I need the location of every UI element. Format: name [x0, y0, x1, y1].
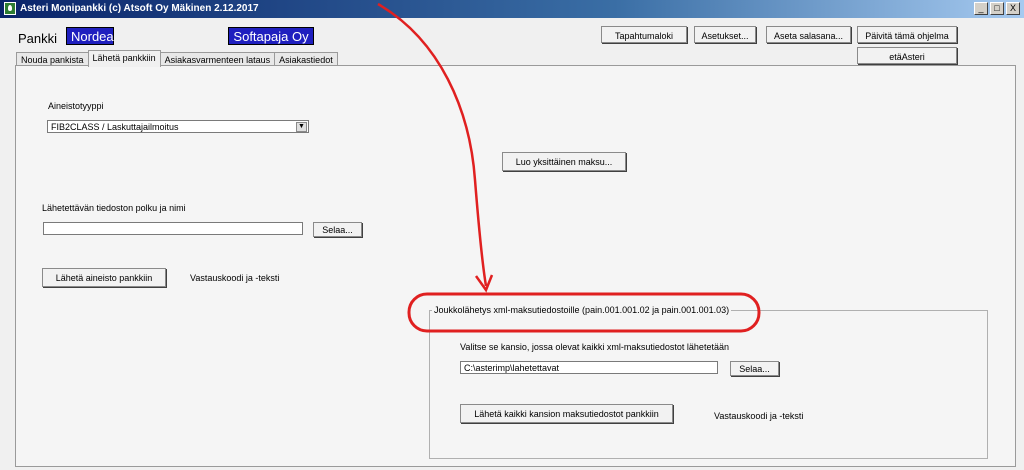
selaa-button[interactable]: Selaa... [313, 222, 362, 237]
tab-nouda-pankista[interactable]: Nouda pankista [16, 52, 89, 66]
title-bar: Asteri Monipankki (c) Atsoft Oy Mäkinen … [0, 0, 1024, 18]
joukkolahetys-groupbox: Joukkolähetys xml-maksutiedostoille (pai… [429, 305, 988, 459]
chevron-down-icon[interactable]: ▼ [296, 122, 307, 132]
tab-content: Aineistotyyppi FIB2CLASS / Laskuttajailm… [15, 65, 1016, 467]
tab-laheta-pankkiin[interactable]: Lähetä pankkiin [87, 50, 161, 67]
close-button[interactable]: X [1006, 2, 1020, 15]
tab-asiakasvarmenteen-lataus[interactable]: Asiakasvarmenteen lataus [159, 52, 276, 66]
tab-asiakastiedot[interactable]: Asiakastiedot [274, 52, 338, 66]
company-badge: Softapaja Oy [228, 27, 314, 45]
kansio-input[interactable]: C:\asterimp\lahetettavat [460, 361, 718, 374]
minimize-button[interactable]: _ [974, 2, 988, 15]
aseta-salasana-button[interactable]: Aseta salasana... [766, 26, 851, 43]
luo-yksittainen-maksu-button[interactable]: Luo yksittäinen maksu... [502, 152, 626, 171]
window-controls: _ □ X [974, 2, 1020, 15]
aineistotyyppi-label: Aineistotyyppi [48, 101, 104, 111]
laheta-kaikki-button[interactable]: Lähetä kaikki kansion maksutiedostot pan… [460, 404, 673, 423]
maximize-button[interactable]: □ [990, 2, 1004, 15]
polku-label: Lähetettävän tiedoston polku ja nimi [42, 203, 186, 213]
kansio-selaa-button[interactable]: Selaa... [730, 361, 779, 376]
laheta-aineisto-button[interactable]: Lähetä aineisto pankkiin [42, 268, 166, 287]
vastauskoodi-label: Vastauskoodi ja -teksti [190, 273, 280, 283]
bank-name-badge: Nordea [66, 27, 114, 45]
aineistotyyppi-value: FIB2CLASS / Laskuttajailmoitus [51, 122, 179, 132]
groupbox-title: Joukkolähetys xml-maksutiedostoille (pai… [432, 305, 732, 315]
app-icon [4, 2, 16, 15]
paivita-button[interactable]: Päivitä tämä ohjelma [857, 26, 957, 43]
asetukset-button[interactable]: Asetukset... [694, 26, 756, 43]
aineistotyyppi-select[interactable]: FIB2CLASS / Laskuttajailmoitus ▼ [47, 120, 309, 133]
window-title: Asteri Monipankki (c) Atsoft Oy Mäkinen … [20, 3, 259, 14]
pankki-label: Pankki [18, 31, 58, 46]
kansio-label: Valitse se kansio, jossa olevat kaikki x… [460, 342, 729, 352]
tapahtumaloki-button[interactable]: Tapahtumaloki [601, 26, 687, 43]
group-vastauskoodi-label: Vastauskoodi ja -teksti [714, 411, 804, 421]
polku-input[interactable] [43, 222, 303, 235]
main-panel: Pankki Nordea Softapaja Oy Tapahtumaloki… [0, 18, 1024, 470]
etaasteri-button[interactable]: etäAsteri [857, 47, 957, 64]
